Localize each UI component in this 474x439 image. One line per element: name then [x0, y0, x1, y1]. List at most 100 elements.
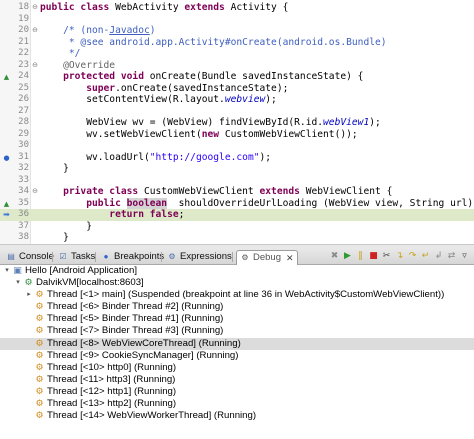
tree-item[interactable]: ⚙ Thread [<14> WebViewWorkerThread] (Runn… [0, 410, 474, 422]
tab-label: Console [19, 251, 54, 262]
step-return-icon[interactable]: ↵ [420, 251, 431, 262]
code-text[interactable]: * @see android.app.Activity#onCreate(and… [40, 37, 387, 49]
code-text[interactable]: public boolean shouldOverrideUrlLoading … [40, 197, 474, 210]
code-text[interactable]: private class CustomWebViewClient extend… [40, 186, 392, 198]
tree-item[interactable]: ⚙ Thread [<13> http2] (Running) [0, 398, 474, 410]
tab-expressions[interactable]: ⚙ Expressions [164, 250, 235, 264]
tab-separator [232, 252, 233, 262]
tree-item[interactable]: ⚙ Thread [<7> Binder Thread #3] (Running) [0, 325, 474, 337]
tree-item[interactable]: ▾ ⚙ DalvikVM[localhost:8603] [0, 277, 474, 289]
code-line[interactable]: 28 WebView wv = (WebView) findViewById(R… [0, 117, 474, 129]
step-over-icon[interactable]: ↷ [407, 251, 418, 262]
code-line[interactable]: 20 ⊖ /* (non-Javadoc) [0, 25, 474, 37]
code-line[interactable]: ● 31 wv.loadUrl("http://google.com"); [0, 152, 474, 164]
fold-toggle-icon[interactable]: ⊖ [31, 2, 39, 14]
tree-item-label: DalvikVM[localhost:8603] [36, 277, 144, 289]
tree-item[interactable]: ⚙ Thread [<5> Binder Thread #1] (Running) [0, 313, 474, 325]
tab-console[interactable]: ▤ Console [3, 250, 57, 264]
code-line[interactable]: 18 ⊖ public class WebActivity extends Acti… [0, 2, 474, 14]
tree-item[interactable]: ⚙ Thread [<8> WebViewCoreThread] (Running… [0, 337, 474, 350]
code-text[interactable]: */ [40, 48, 81, 60]
code-line[interactable]: 26 setContentView(R.layout.webview); [0, 94, 474, 106]
code-line[interactable]: 32 } [0, 163, 474, 175]
tree-item-label: Thread [<6> Binder Thread #2] (Running) [47, 301, 224, 313]
code-text[interactable]: setContentView(R.layout.webview); [40, 94, 277, 106]
tree-item[interactable]: ⚙ Thread [<6> Binder Thread #2] (Running) [0, 301, 474, 313]
step-into-icon[interactable]: ↴ [394, 251, 405, 262]
code-line[interactable]: ▲ 24 protected void onCreate(Bundle saved… [0, 71, 474, 83]
drop-to-frame-icon[interactable]: ↲ [433, 251, 444, 262]
expand-toggle-icon[interactable]: ▾ [3, 265, 11, 277]
code-token: */ [40, 48, 81, 60]
tree-item[interactable]: ▸ ⚙ Thread [<1> main] (Suspended (breakpoi… [0, 289, 474, 301]
resume-icon[interactable]: ▶ [342, 251, 353, 262]
terminate-icon[interactable]: ■ [368, 251, 379, 262]
tree-item[interactable]: ▾ ▣ Hello [Android Application] [0, 265, 474, 277]
tree-item-label: Thread [<5> Binder Thread #1] (Running) [47, 313, 224, 325]
tab-tasks[interactable]: ☑ Tasks [55, 250, 98, 264]
line-number: 35 [18, 197, 29, 208]
step-filters-icon[interactable]: ⇄ [446, 251, 457, 262]
code-line[interactable]: ▲ 35 public boolean shouldOverrideUrlLoad… [0, 197, 474, 210]
suspend-icon[interactable]: ‖ [355, 251, 366, 262]
code-line[interactable]: 38 } [0, 232, 474, 244]
tree-item[interactable]: ⚙ Thread [<10> http0] (Running) [0, 362, 474, 374]
code-line[interactable]: 19 [0, 14, 474, 26]
code-line[interactable]: 27 [0, 106, 474, 118]
fold-toggle-icon[interactable]: ⊖ [31, 186, 39, 198]
code-lines: 18 ⊖ public class WebActivity extends Acti… [0, 2, 474, 244]
tree-item-label: Thread [<9> CookieSyncManager] (Running) [47, 349, 239, 361]
remove-terminated-icon[interactable]: ✖ [329, 251, 340, 262]
code-text[interactable]: return false; [40, 209, 184, 221]
tree-item[interactable]: ⚙ Thread [<11> http3] (Running) [0, 374, 474, 386]
thread-running-icon: ⚙ [35, 399, 44, 410]
code-token: CustomWebViewClient [143, 186, 260, 198]
code-text[interactable]: } [40, 163, 69, 175]
code-line[interactable]: 29 wv.setWebViewClient(new CustomWebView… [0, 129, 474, 141]
line-number: 29 [18, 128, 29, 139]
code-token: ); [369, 117, 381, 129]
code-line[interactable]: 37 } [0, 221, 474, 233]
code-token: ); [259, 151, 272, 163]
code-line[interactable]: 21 * @see android.app.Activity#onCreate(… [0, 37, 474, 49]
code-editor[interactable]: 18 ⊖ public class WebActivity extends Acti… [0, 0, 474, 244]
code-text[interactable]: wv.setWebViewClient(new CustomWebViewCli… [40, 129, 358, 141]
fold-toggle-icon[interactable]: ⊖ [31, 25, 39, 37]
code-text[interactable]: public class WebActivity extends Activit… [40, 2, 288, 14]
thread-running-icon: ⚙ [35, 362, 44, 373]
code-text[interactable]: /* (non-Javadoc) [40, 25, 155, 37]
tree-item-label: Hello [Android Application] [25, 265, 137, 276]
code-token: super [40, 82, 116, 94]
tree-item[interactable]: ⚙ Thread [<9> CookieSyncManager] (Running… [0, 350, 474, 362]
code-text[interactable]: WebView wv = (WebView) findViewById(R.id… [40, 117, 381, 129]
tree-item-label: Thread [<14> WebViewWorkerThread] (Runni… [47, 410, 257, 422]
code-text[interactable]: } [40, 232, 69, 244]
code-token: new [201, 128, 225, 140]
code-line[interactable]: 22 */ [0, 48, 474, 60]
thread-running-icon: ⚙ [35, 411, 44, 422]
view-menu-icon[interactable]: ▿ [459, 251, 470, 262]
fold-toggle-icon[interactable]: ⊖ [31, 60, 39, 72]
code-line[interactable]: ➡ 36 return false; [0, 209, 474, 221]
code-text[interactable]: super.onCreate(savedInstanceState); [40, 83, 288, 95]
code-text[interactable]: @Override [40, 60, 115, 72]
code-text[interactable]: wv.loadUrl("http://google.com"); [40, 152, 271, 164]
disconnect-icon[interactable]: ✂ [381, 251, 392, 262]
tab-breakpoints[interactable]: ● Breakpoints [98, 250, 167, 264]
expand-toggle-icon[interactable]: ▾ [14, 277, 22, 289]
code-line[interactable]: 33 [0, 175, 474, 187]
line-number: 18 [18, 2, 29, 12]
expand-toggle-icon[interactable]: ▸ [25, 289, 33, 301]
code-token: @Override [40, 59, 116, 71]
code-line[interactable]: 34 ⊖ private class CustomWebViewClient ex… [0, 186, 474, 198]
thread-running-icon: ⚙ [35, 326, 44, 337]
tree-item[interactable]: ⚙ Thread [<12> http1] (Running) [0, 386, 474, 398]
code-text[interactable]: protected void onCreate(Bundle savedInst… [40, 71, 363, 83]
code-line[interactable]: 30 [0, 140, 474, 152]
code-text[interactable]: } [40, 221, 92, 233]
tab-label: Tasks [71, 251, 96, 262]
close-icon[interactable]: ✕ [286, 251, 294, 265]
code-line[interactable]: 25 super.onCreate(savedInstanceState); [0, 83, 474, 95]
tab-debug[interactable]: ⚙ Debug ✕ [236, 250, 298, 265]
code-line[interactable]: 23 ⊖ @Override [0, 60, 474, 72]
